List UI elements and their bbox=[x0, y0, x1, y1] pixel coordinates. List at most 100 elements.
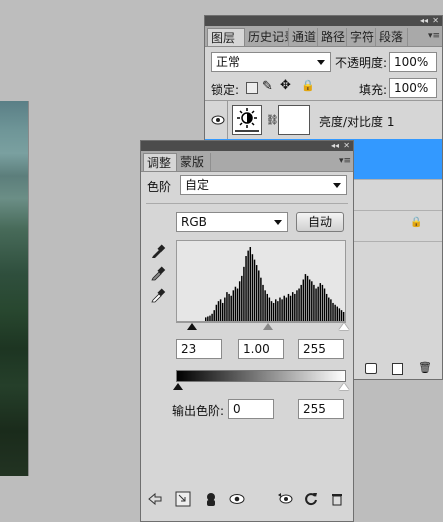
tab-masks[interactable]: 蒙版 bbox=[177, 153, 211, 171]
channel-select[interactable]: RGB bbox=[176, 212, 288, 232]
adjustments-bottom-toolbar bbox=[141, 485, 353, 515]
histogram-bar bbox=[275, 299, 277, 321]
histogram-bar bbox=[217, 301, 220, 321]
input-white-field[interactable]: 255 bbox=[298, 339, 344, 359]
histogram-bar bbox=[245, 256, 247, 321]
opacity-value: 100% bbox=[394, 55, 429, 69]
chain-link-icon[interactable]: ⛓ bbox=[266, 115, 279, 126]
tab-paths[interactable]: 路径 bbox=[318, 28, 347, 46]
layers-bottom-toolbar: 🗑 bbox=[355, 361, 443, 377]
histogram-bar bbox=[342, 311, 345, 321]
fill-field[interactable]: 100% bbox=[389, 78, 437, 98]
visibility-eye-icon[interactable] bbox=[229, 491, 245, 507]
new-layer-icon[interactable] bbox=[392, 363, 403, 375]
input-black-field[interactable]: 23 bbox=[176, 339, 222, 359]
new-group-icon[interactable] bbox=[365, 363, 377, 374]
histogram-bar bbox=[294, 293, 296, 321]
blend-mode-value: 正常 bbox=[216, 55, 241, 69]
brightness-icon bbox=[235, 108, 259, 132]
preset-select[interactable]: 自定 bbox=[180, 175, 347, 195]
layers-panel-titlebar[interactable]: ◂◂ ✕ bbox=[205, 16, 442, 26]
histogram-bar bbox=[313, 284, 315, 321]
tab-character[interactable]: 字符 bbox=[347, 28, 376, 46]
histogram-bar bbox=[236, 288, 239, 321]
histogram-bar bbox=[302, 279, 305, 321]
input-slider-track bbox=[176, 322, 346, 323]
fill-label: 填充: bbox=[359, 83, 388, 97]
chevron-down-icon bbox=[274, 220, 282, 225]
chevron-down-icon bbox=[317, 60, 325, 65]
histogram-bar bbox=[325, 293, 328, 321]
opacity-field[interactable]: 100% bbox=[389, 52, 437, 72]
panel-menu-icon[interactable]: ▾≡ bbox=[339, 156, 351, 166]
histogram-bar bbox=[268, 297, 271, 321]
adjustments-panel: ◂◂ ✕ 调整 蒙版 ▾≡ bbox=[140, 140, 354, 522]
histogram-bar bbox=[205, 317, 207, 321]
tab-paragraph[interactable]: 段落 bbox=[376, 28, 408, 46]
histogram-bar bbox=[285, 297, 288, 321]
chevron-down-icon bbox=[333, 183, 341, 188]
histogram-bar bbox=[281, 299, 283, 321]
histogram-bar bbox=[283, 295, 285, 321]
eye-icon[interactable] bbox=[211, 115, 225, 125]
preset-value: 自定 bbox=[185, 178, 210, 192]
histogram-bar bbox=[264, 290, 266, 321]
levels-label: 色阶 bbox=[147, 180, 172, 194]
trash-icon[interactable] bbox=[329, 491, 345, 507]
back-arrow-icon[interactable] bbox=[147, 491, 163, 507]
divider bbox=[146, 203, 348, 204]
lock-brush-icon[interactable]: ✎ bbox=[262, 79, 273, 94]
lock-label: 锁定: bbox=[211, 83, 240, 97]
histogram-bar bbox=[228, 293, 230, 321]
white-point-slider[interactable] bbox=[339, 323, 349, 330]
collapse-icon[interactable]: ◂◂ bbox=[331, 142, 339, 150]
histogram-bar bbox=[328, 297, 330, 321]
histogram-bar bbox=[241, 275, 243, 321]
output-white-slider[interactable] bbox=[339, 383, 349, 390]
mask-thumbnail[interactable] bbox=[278, 105, 310, 135]
histogram-bar bbox=[211, 313, 213, 321]
expand-view-icon[interactable] bbox=[175, 491, 191, 507]
histogram-bar bbox=[315, 288, 317, 321]
tab-adjustments[interactable]: 调整 bbox=[143, 153, 177, 171]
close-icon[interactable]: ✕ bbox=[343, 142, 350, 150]
histogram-bar bbox=[340, 310, 343, 321]
output-white-field[interactable]: 255 bbox=[298, 399, 344, 419]
tab-layers[interactable]: 图层 bbox=[207, 28, 245, 46]
output-black-field[interactable]: 0 bbox=[228, 399, 274, 419]
histogram-bar bbox=[321, 284, 324, 321]
close-icon[interactable]: ✕ bbox=[432, 17, 439, 25]
histogram-bar bbox=[317, 286, 319, 321]
histogram-bar bbox=[258, 270, 260, 321]
reset-icon[interactable] bbox=[303, 491, 319, 507]
trash-icon[interactable]: 🗑 bbox=[418, 361, 432, 374]
histogram-bar bbox=[308, 279, 311, 321]
tab-history[interactable]: 历史记录 bbox=[245, 28, 289, 46]
lock-all-icon[interactable]: 🔒 bbox=[301, 79, 315, 92]
histogram-bar bbox=[289, 295, 292, 321]
histogram-bar bbox=[332, 302, 334, 321]
tab-channels[interactable]: 通道 bbox=[289, 28, 318, 46]
black-point-slider[interactable] bbox=[187, 323, 197, 330]
gray-eyedropper-icon[interactable] bbox=[150, 265, 166, 281]
adjustments-panel-titlebar[interactable]: ◂◂ ✕ bbox=[141, 141, 353, 151]
output-black-slider[interactable] bbox=[173, 383, 183, 390]
histogram-bar bbox=[306, 275, 309, 321]
input-gamma-field[interactable]: 1.00 bbox=[238, 339, 284, 359]
lock-move-icon[interactable]: ✥ bbox=[280, 78, 291, 93]
blend-mode-select[interactable]: 正常 bbox=[211, 52, 331, 72]
histogram-bar bbox=[330, 299, 332, 321]
histogram-graph bbox=[205, 247, 345, 321]
lock-transparency-icon[interactable] bbox=[246, 82, 258, 94]
auto-button[interactable]: 自动 bbox=[296, 212, 344, 232]
black-eyedropper-icon[interactable] bbox=[150, 243, 166, 259]
white-eyedropper-icon[interactable] bbox=[150, 287, 166, 303]
collapse-icon[interactable]: ◂◂ bbox=[420, 17, 428, 25]
histogram-bar bbox=[311, 281, 313, 321]
panel-menu-icon[interactable]: ▾≡ bbox=[428, 31, 440, 41]
layer-row-brightness-contrast[interactable]: ⛓ 亮度/对比度 1 bbox=[205, 100, 442, 140]
clip-to-layer-icon[interactable] bbox=[203, 491, 219, 507]
gamma-slider[interactable] bbox=[263, 323, 273, 330]
view-previous-state-icon[interactable] bbox=[277, 491, 293, 507]
layer-name[interactable]: 亮度/对比度 1 bbox=[319, 113, 395, 130]
